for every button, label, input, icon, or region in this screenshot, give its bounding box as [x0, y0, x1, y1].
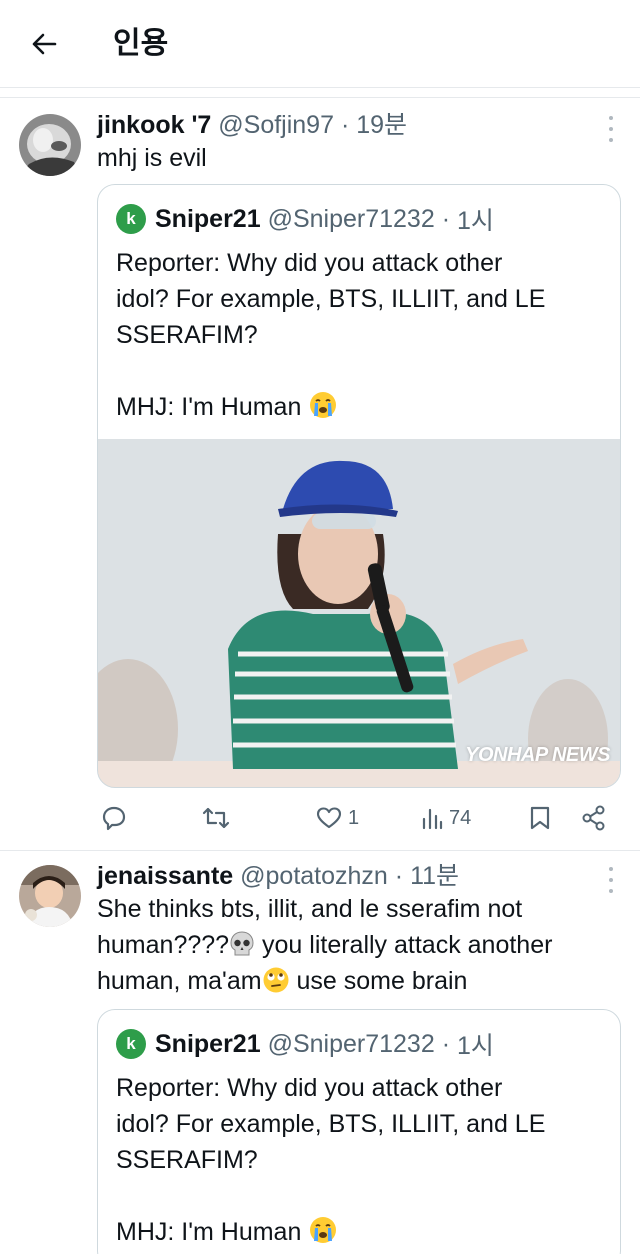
action-bar: 1 74 — [97, 798, 612, 838]
separator: · — [340, 111, 350, 139]
quote-tweet[interactable]: jenaissante @potatozhzn · 11분 She thinks… — [0, 851, 640, 1254]
display-name[interactable]: jinkook '7 — [97, 111, 211, 139]
text-line: human???? you literally attack another — [97, 927, 622, 963]
quoted-tweet[interactable]: k Sniper21 @Sniper71232 · 1시 Reporter: W… — [97, 184, 621, 788]
text-span: human???? — [97, 931, 230, 959]
handle: @Sniper71232 — [267, 1029, 435, 1058]
text-line: SSERAFIM? — [116, 321, 258, 349]
text-line: Reporter: Why did you attack other — [116, 1074, 503, 1102]
text-line: idol? For example, BTS, ILLIIT, and LE — [116, 1110, 546, 1138]
display-name[interactable]: jenaissante — [97, 862, 233, 890]
photo-image — [98, 439, 620, 787]
crying-face-icon — [310, 392, 337, 418]
text-line: idol? For example, BTS, ILLIIT, and LE — [116, 285, 546, 313]
quoted-tweet[interactable]: k Sniper21 @Sniper71232 · 1시 Reporter: W… — [97, 1009, 621, 1254]
views-button[interactable]: 74 — [421, 798, 471, 838]
views-count: 74 — [449, 806, 472, 829]
text-line: SSERAFIM? — [116, 1146, 258, 1174]
text-line: human, ma'am use some brain — [97, 963, 622, 999]
avatar[interactable] — [19, 114, 81, 176]
retweet-button[interactable] — [201, 798, 237, 838]
top-app-bar: 인용 — [0, 0, 640, 88]
quoted-tweet-text: Reporter: Why did you attack other idol?… — [116, 245, 606, 425]
skull-icon — [230, 931, 254, 956]
tweet-header: jenaissante @potatozhzn · 11분 — [97, 861, 459, 891]
avatar[interactable]: k — [116, 204, 146, 234]
text-span: you literally attack another — [255, 931, 553, 959]
avatar[interactable]: k — [116, 1029, 146, 1059]
crying-face-icon — [310, 1217, 337, 1243]
display-name: Sniper21 — [155, 204, 261, 233]
page-title: 인용 — [113, 26, 169, 61]
media-watermark: YONHAP NEWS — [465, 744, 610, 766]
text-line: She thinks bts, illit, and le sserafim n… — [97, 895, 523, 923]
more-icon[interactable] — [606, 116, 616, 142]
handle[interactable]: @Sofjin97 — [218, 111, 334, 139]
bookmark-icon — [530, 806, 550, 830]
header-spacer — [0, 88, 640, 98]
timestamp: 1시 — [456, 207, 494, 235]
bookmark-button[interactable] — [529, 798, 551, 838]
more-icon[interactable] — [606, 867, 616, 893]
avatar[interactable] — [19, 865, 81, 927]
eye-roll-face-icon — [263, 967, 289, 993]
text-span: human, ma'am — [97, 967, 262, 995]
handle: @Sniper71232 — [267, 204, 435, 233]
text-span: MHJ: I'm Human — [116, 1218, 302, 1246]
views-icon — [422, 808, 443, 830]
back-arrow-icon — [32, 33, 57, 55]
text-line: MHJ: I'm Human — [116, 389, 606, 425]
like-icon — [316, 807, 342, 829]
text-line: Reporter: Why did you attack other — [116, 249, 503, 277]
like-button[interactable]: 1 — [316, 798, 359, 838]
display-name: Sniper21 — [155, 1029, 261, 1058]
quoted-tweet-header: k Sniper21 @Sniper71232 · 1시 — [116, 1026, 494, 1062]
timestamp: 1시 — [456, 1032, 494, 1060]
text-span: use some brain — [289, 967, 468, 995]
quoted-tweet-media[interactable]: YONHAP NEWS — [98, 439, 620, 787]
reply-icon — [102, 806, 126, 831]
separator: · — [394, 862, 404, 890]
tweet-text: She thinks bts, illit, and le sserafim n… — [97, 891, 622, 999]
share-icon — [582, 805, 605, 831]
tweet-header: jinkook '7 @Sofjin97 · 19분 — [97, 110, 407, 140]
reply-button[interactable] — [101, 798, 133, 838]
separator: · — [441, 204, 451, 233]
quoted-tweet-header: k Sniper21 @Sniper71232 · 1시 — [116, 201, 494, 237]
share-button[interactable] — [581, 798, 607, 838]
tweet-text: mhj is evil — [97, 144, 207, 172]
retweet-icon — [202, 807, 230, 829]
quoted-tweet-text: Reporter: Why did you attack other idol?… — [116, 1070, 606, 1250]
back-button[interactable] — [22, 24, 66, 64]
handle[interactable]: @potatozhzn — [240, 862, 388, 890]
timestamp[interactable]: 19분 — [356, 111, 407, 139]
text-line: MHJ: I'm Human — [116, 1214, 606, 1250]
separator: · — [441, 1029, 451, 1058]
like-count: 1 — [348, 806, 360, 829]
text-span: MHJ: I'm Human — [116, 393, 302, 421]
timestamp[interactable]: 11분 — [410, 862, 459, 890]
quote-tweet[interactable]: jinkook '7 @Sofjin97 · 19분 mhj is evil k… — [0, 98, 640, 850]
